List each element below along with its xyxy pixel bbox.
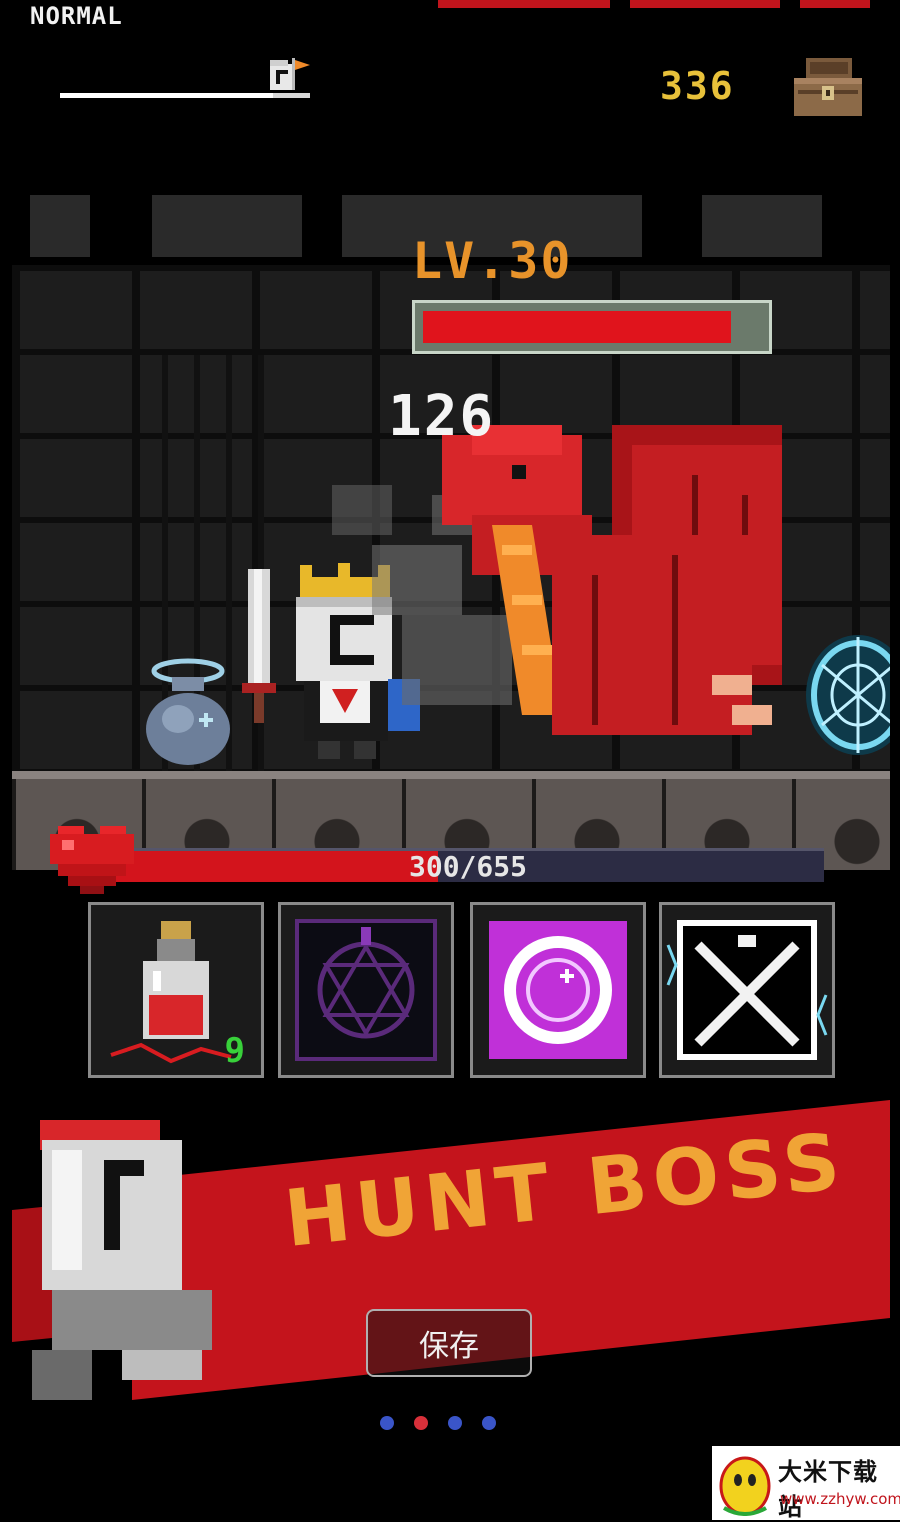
gold-count: 336 — [660, 64, 735, 108]
stage-progress-bar — [60, 93, 310, 98]
skill-slot-health-potion[interactable]: 9 — [88, 902, 264, 1078]
skill-slot-dark-summon[interactable] — [278, 902, 454, 1078]
battlement — [152, 195, 302, 257]
treasure-chest-icon[interactable] — [792, 56, 864, 118]
stage-progress-fill — [60, 93, 273, 98]
site-watermark: 大米下载站 www.zzhyw.com — [712, 1446, 900, 1521]
damage-number: 126 — [388, 384, 496, 449]
skill-slot-magic-orb[interactable] — [470, 902, 646, 1078]
carousel-dot[interactable] — [380, 1416, 394, 1430]
dark-summon-icon — [295, 919, 437, 1061]
top-tab-3[interactable] — [800, 0, 870, 8]
potion-count: 9 — [224, 1031, 245, 1071]
egg-mascot-icon — [719, 1456, 771, 1516]
battle-stage — [12, 195, 890, 875]
player-health-text: 300/655 — [408, 850, 527, 883]
boss-health-fill — [423, 311, 731, 343]
carousel-dot[interactable] — [448, 1416, 462, 1430]
pot-icon[interactable] — [138, 657, 238, 769]
crossed-swords-icon — [666, 920, 828, 1060]
watermark-name: 大米下载站 — [778, 1458, 878, 1521]
battlement — [702, 195, 822, 257]
magic-orb-icon — [489, 921, 627, 1059]
boss-health-bar — [412, 300, 772, 354]
dragon-boss — [442, 425, 782, 735]
skill-slot-crossed-swords[interactable] — [659, 902, 835, 1078]
watermark-url: www.zzhyw.com — [780, 1490, 900, 1508]
difficulty-label: NORMAL — [30, 2, 123, 30]
carousel-dot-active[interactable] — [414, 1416, 428, 1430]
carousel-dots — [380, 1416, 520, 1434]
top-tab-2[interactable] — [630, 0, 780, 8]
carousel-dot[interactable] — [482, 1416, 496, 1430]
save-button[interactable]: 保存 — [366, 1309, 532, 1377]
top-tab-1[interactable] — [438, 0, 610, 8]
knight-helmet-flag-icon — [270, 58, 310, 90]
boss-level-label: LV.30 — [412, 232, 573, 290]
heart-icon — [50, 826, 134, 894]
portal-icon[interactable] — [802, 625, 890, 765]
battlement — [30, 195, 90, 257]
